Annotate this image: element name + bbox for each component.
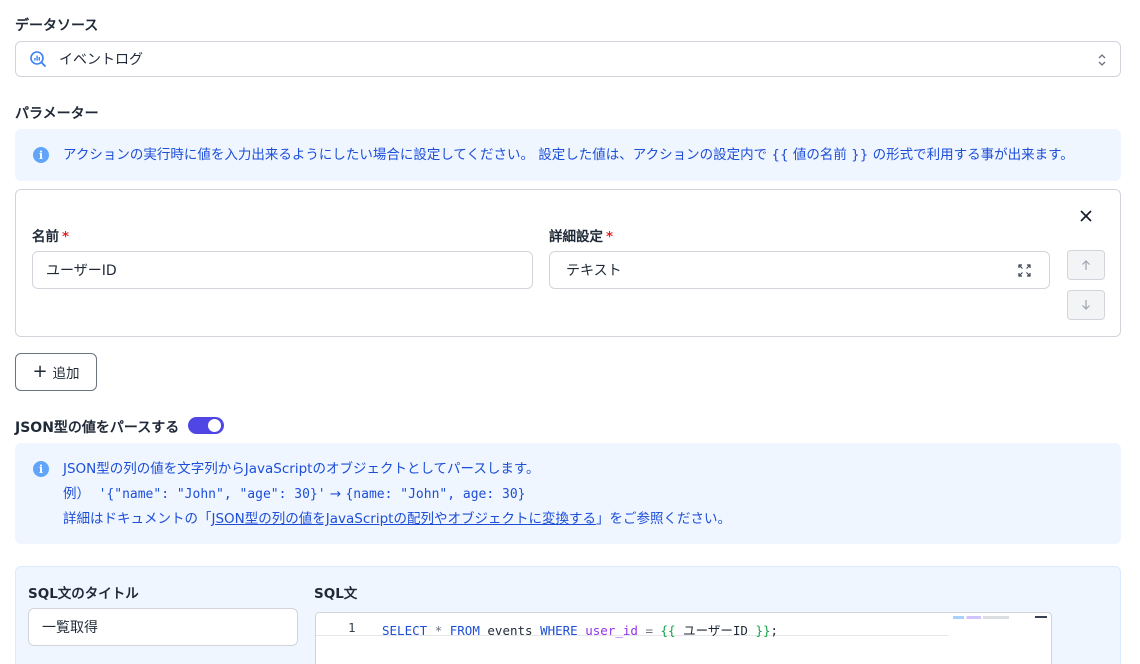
datasource-label: データソース xyxy=(15,18,99,34)
json-parse-info-text: JSON型の列の値を文字列からJavaScriptのオブジェクトとしてパースしま… xyxy=(63,457,731,532)
search-chart-icon xyxy=(28,49,48,69)
required-mark: * xyxy=(606,229,614,245)
json-info-line1: JSON型の列の値を文字列からJavaScriptのオブジェクトとしてパースしま… xyxy=(63,461,540,477)
json-info-line3: 詳細はドキュメントの「JSON型の列の値をJavaScriptの配列やオブジェク… xyxy=(63,511,731,527)
parameter-detail-value: テキスト xyxy=(566,263,622,279)
parameters-info-box: i アクションの実行時に値を入力出来るようにしたい場合に設定してください。 設定… xyxy=(15,129,1121,181)
json-parse-toggle[interactable] xyxy=(188,417,224,434)
json-example-from: '{"name": "John", "age": 30}' xyxy=(98,486,326,502)
docs-link[interactable]: JSON型の列の値をJavaScriptの配列やオブジェクトに変換する xyxy=(212,511,596,527)
arrow-right: → xyxy=(329,485,342,502)
json-example-to: {name: "John", age: 30} xyxy=(345,486,526,502)
sql-section: SQL文のタイトル 一覧取得 SQL文 1 SELECT * FROM even… xyxy=(15,566,1121,664)
move-down-button[interactable] xyxy=(1067,290,1105,320)
expand-icon[interactable] xyxy=(1018,264,1031,277)
arrow-down-icon xyxy=(1082,300,1090,310)
parameters-info-text: アクションの実行時に値を入力出来るようにしたい場合に設定してください。 設定した… xyxy=(63,147,1074,163)
sql-code-editor[interactable]: 1 SELECT * FROM events WHERE user_id = {… xyxy=(315,612,1052,664)
add-parameter-button[interactable]: + 追加 xyxy=(15,353,97,391)
datasource-select[interactable]: イベントログ xyxy=(15,41,1121,77)
sql-title-label: SQL文のタイトル xyxy=(28,586,139,602)
code-minimap[interactable] xyxy=(953,616,1009,619)
info-icon: i xyxy=(33,147,49,163)
toggle-knob xyxy=(208,419,221,432)
json-parse-info-box: i JSON型の列の値を文字列からJavaScriptのオブジェクトとしてパース… xyxy=(15,443,1121,544)
parameters-label: パラメーター xyxy=(15,106,99,122)
sql-code: SELECT * FROM events WHERE user_id = {{ … xyxy=(382,623,779,638)
sql-title-input[interactable]: 一覧取得 xyxy=(28,608,298,646)
scrollbar[interactable] xyxy=(1035,616,1047,618)
close-icon[interactable] xyxy=(1078,208,1094,224)
name-field-label: 名前 * xyxy=(32,229,70,245)
parameter-card: 名前 * ユーザーID 詳細設定 * テキスト xyxy=(15,189,1121,337)
chevron-up-down-icon xyxy=(1096,51,1108,69)
code-line: 1 SELECT * FROM events WHERE user_id = {… xyxy=(316,620,948,638)
line-number: 1 xyxy=(348,620,356,635)
add-parameter-label: 追加 xyxy=(52,366,80,382)
info-icon: i xyxy=(33,461,49,477)
sql-label: SQL文 xyxy=(314,586,358,602)
parameter-name-input[interactable]: ユーザーID xyxy=(32,251,533,289)
required-mark: * xyxy=(62,229,70,245)
json-info-line2: 例） '{"name": "John", "age": 30}' → {name… xyxy=(63,485,526,502)
arrow-up-icon xyxy=(1082,260,1090,270)
detail-field-label: 詳細設定 * xyxy=(549,229,614,245)
datasource-value: イベントログ xyxy=(59,52,143,68)
move-up-button[interactable] xyxy=(1067,250,1105,280)
parameter-detail-input[interactable]: テキスト xyxy=(549,251,1050,289)
json-parse-label: JSON型の値をパースする xyxy=(15,420,180,436)
plus-icon: + xyxy=(32,361,48,382)
